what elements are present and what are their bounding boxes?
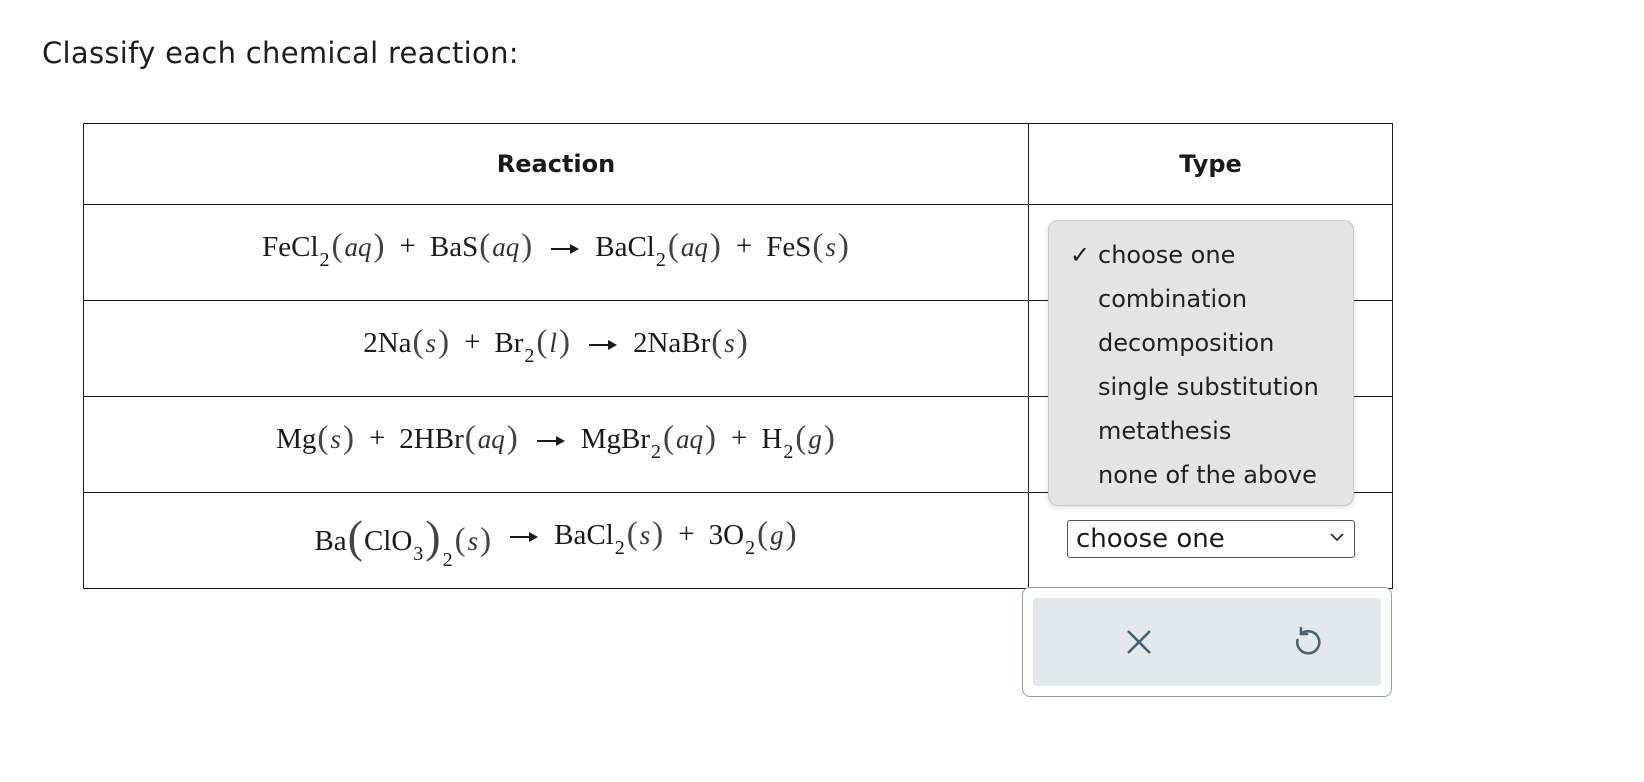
chemical-equation: Mg(s) + 2HBr(aq) MgBr 2(aq) + H 2(g) — [276, 420, 836, 463]
subscript: 2 — [524, 345, 535, 367]
reactant: Mg(s) — [276, 420, 354, 456]
chemical-equation: 2Na(s) + Br 2(l) 2NaBr(s) — [363, 324, 749, 367]
reaction-cell: FeCl 2(aq) + BaS(aq) BaCl 2(aq) + FeS(s) — [83, 204, 1029, 301]
state-label: s — [639, 520, 651, 550]
reactant: Br 2(l) — [494, 324, 570, 367]
plus-sign: + — [368, 422, 386, 454]
plus-sign: + — [464, 326, 481, 358]
reactant: BaS(aq) — [429, 228, 533, 264]
type-column-header: Type — [1028, 123, 1393, 205]
formula: BaS — [429, 231, 479, 263]
state-label: aq — [676, 424, 704, 454]
formula: H — [761, 423, 783, 455]
state-label: g — [770, 520, 784, 550]
state-label: aq — [344, 232, 372, 262]
question-prompt: Classify each chemical reaction: — [42, 36, 519, 70]
reaction-cell: 2Na(s) + Br 2(l) 2NaBr(s) — [83, 300, 1029, 397]
state-label: s — [425, 328, 437, 358]
undo-icon — [1295, 626, 1321, 655]
state-label: g — [808, 424, 822, 454]
formula: FeCl — [262, 231, 319, 263]
formula: ClO — [363, 525, 413, 557]
formula: Mg — [276, 423, 317, 455]
state-label: aq — [680, 232, 708, 262]
formula: Br — [494, 327, 524, 359]
chevron-down-icon — [1330, 533, 1344, 542]
dropdown-option-decomposition[interactable]: decomposition — [1049, 326, 1353, 370]
type-select-row-4[interactable]: choose one — [1067, 520, 1355, 558]
chemical-equation: Ba(ClO 3) 2(s) BaCl 2(s) + 3O 2(g) — [314, 508, 797, 571]
state-label: l — [549, 328, 557, 358]
formula: BaCl — [554, 519, 614, 551]
reaction-arrow-icon — [588, 339, 617, 350]
subscript: 2 — [442, 549, 453, 571]
formula: Ba — [314, 525, 347, 557]
plus-sign: + — [678, 518, 695, 550]
subscript: 2 — [614, 537, 625, 559]
reactant: 2HBr(aq) — [399, 420, 518, 456]
formula: 2NaBr — [632, 327, 711, 359]
state-label: s — [825, 232, 836, 262]
product: H 2(g) — [761, 420, 835, 463]
chemical-equation: FeCl 2(aq) + BaS(aq) BaCl 2(aq) + FeS(s) — [262, 228, 850, 271]
state-label: s — [467, 526, 479, 556]
plus-sign: + — [735, 230, 753, 262]
checkmark-icon: ✓ — [1070, 241, 1091, 269]
formula: 2HBr — [399, 423, 464, 455]
reaction-column-header: Reaction — [83, 123, 1029, 205]
clear-button[interactable] — [1119, 622, 1159, 662]
dropdown-option-single-substitution[interactable]: single substitution — [1049, 370, 1353, 414]
state-label: aq — [477, 424, 505, 454]
reactant: 2Na(s) — [363, 324, 450, 360]
reactant: FeCl 2(aq) — [262, 228, 385, 271]
product: MgBr 2(aq) — [580, 420, 717, 463]
dropdown-option-choose-one[interactable]: ✓ choose one — [1049, 238, 1353, 282]
formula: 2Na — [363, 327, 412, 359]
formula: BaCl — [595, 231, 655, 263]
subscript: 2 — [651, 441, 662, 463]
type-dropdown-menu[interactable]: ✓ choose one combination decomposition si… — [1048, 220, 1354, 506]
plus-sign: + — [399, 230, 416, 262]
reaction-arrow-icon — [536, 435, 565, 446]
reaction-cell: Ba(ClO 3) 2(s) BaCl 2(s) + 3O 2(g) — [83, 492, 1029, 589]
dropdown-option-metathesis[interactable]: metathesis — [1049, 414, 1353, 458]
answer-toolbar — [1022, 587, 1392, 697]
state-label: aq — [492, 232, 520, 262]
plus-sign: + — [731, 422, 748, 454]
table-header-row: Reaction Type — [83, 123, 1393, 205]
formula: FeS — [766, 231, 812, 263]
reactant: Ba(ClO 3) 2(s) — [314, 511, 492, 571]
reaction-cell: Mg(s) + 2HBr(aq) MgBr 2(aq) + H 2(g) — [83, 396, 1029, 493]
undo-button[interactable] — [1287, 622, 1327, 662]
subscript: 3 — [413, 543, 424, 565]
reaction-arrow-icon — [551, 243, 580, 254]
formula: 3O — [708, 519, 745, 551]
formula: MgBr — [580, 423, 651, 455]
state-label: s — [724, 328, 735, 358]
subscript: 2 — [319, 249, 330, 271]
product: BaCl 2(aq) — [595, 228, 721, 271]
product: 2NaBr(s) — [632, 324, 748, 360]
state-label: s — [330, 424, 341, 454]
subscript: 2 — [745, 537, 756, 559]
product: 3O 2(g) — [708, 516, 797, 559]
subscript: 2 — [655, 249, 666, 271]
subscript: 2 — [783, 441, 794, 463]
close-icon — [1127, 630, 1151, 654]
product: BaCl 2(s) — [554, 516, 664, 559]
dropdown-option-none-of-the-above[interactable]: none of the above — [1049, 458, 1353, 502]
select-value: choose one — [1076, 524, 1225, 554]
product: FeS(s) — [766, 228, 849, 264]
dropdown-option-combination[interactable]: combination — [1049, 282, 1353, 326]
toolbar-panel — [1033, 598, 1381, 686]
reaction-arrow-icon — [510, 531, 539, 542]
